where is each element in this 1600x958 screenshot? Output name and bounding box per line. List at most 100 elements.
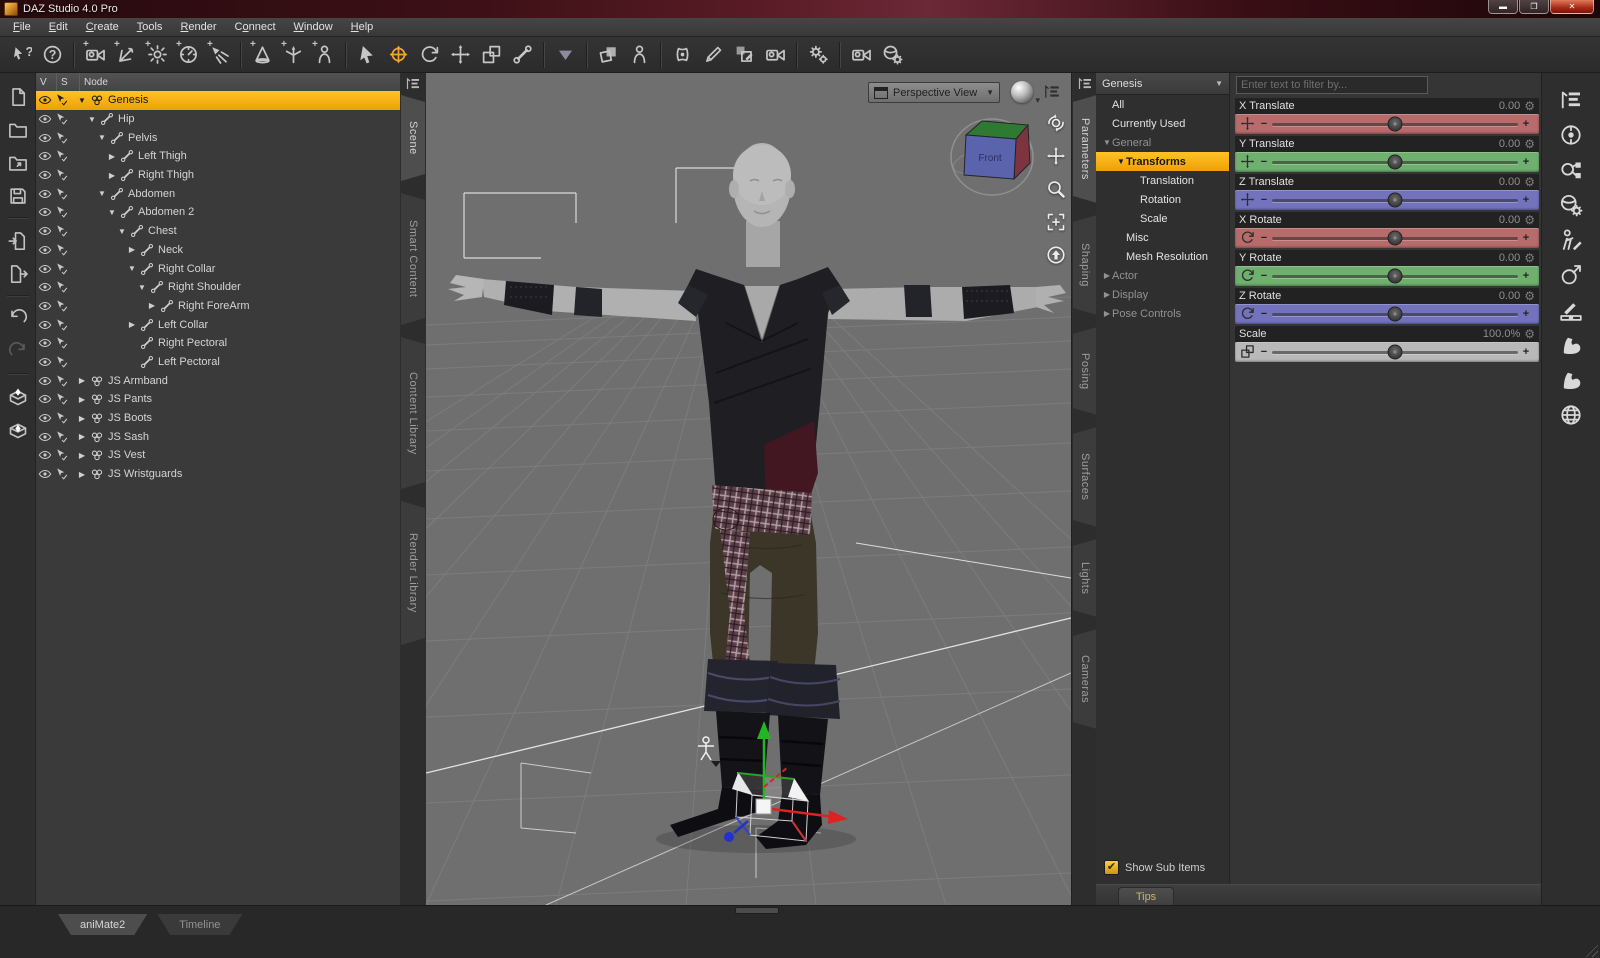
- new-primitive[interactable]: +: [247, 39, 278, 70]
- expand-arrow-icon[interactable]: ▼: [86, 115, 98, 124]
- tree-node-js-vest[interactable]: ▶ JS Vest: [36, 446, 400, 465]
- new-camera[interactable]: +: [80, 39, 111, 70]
- param-group-pose-controls[interactable]: ▶ Pose Controls: [1096, 304, 1229, 323]
- new-point-light[interactable]: +: [142, 39, 173, 70]
- visibility-eye-icon[interactable]: [36, 224, 53, 238]
- gear-icon[interactable]: ⚙: [1524, 175, 1535, 189]
- expand-arrow-icon[interactable]: ▼: [116, 227, 128, 236]
- param-value[interactable]: 100.0%: [1483, 328, 1520, 340]
- visibility-eye-icon[interactable]: [36, 280, 53, 294]
- environment-activity-icon[interactable]: [1554, 400, 1588, 430]
- expand-arrow-icon[interactable]: ▶: [76, 432, 88, 441]
- param-group-actor[interactable]: ▶ Actor: [1096, 266, 1229, 285]
- expand-arrow-icon[interactable]: ▶: [126, 320, 138, 329]
- visibility-eye-icon[interactable]: [36, 299, 53, 313]
- lights-activity-icon[interactable]: [1554, 260, 1588, 290]
- selectable-cursor-icon[interactable]: [53, 243, 70, 257]
- scene-settings[interactable]: [803, 40, 834, 70]
- param-value[interactable]: 0.00: [1499, 176, 1520, 188]
- geometry-editor-tool[interactable]: [729, 40, 760, 70]
- filter-input[interactable]: [1236, 76, 1428, 94]
- slider-thumb[interactable]: [1387, 306, 1403, 322]
- visibility-eye-icon[interactable]: [36, 187, 53, 201]
- reset-view-icon[interactable]: [1044, 243, 1068, 267]
- expand-arrow-icon[interactable]: ▼: [136, 283, 148, 292]
- param-value[interactable]: 0.00: [1499, 100, 1520, 112]
- powerpose-tool[interactable]: [667, 40, 698, 70]
- menu-connect[interactable]: Connect: [226, 19, 285, 35]
- muscle-activity-icon[interactable]: [1554, 365, 1588, 395]
- slider-thumb[interactable]: [1387, 116, 1403, 132]
- minimize-button[interactable]: ▬: [1488, 0, 1518, 14]
- restore-button[interactable]: ❐: [1519, 0, 1549, 14]
- visibility-eye-icon[interactable]: [36, 243, 53, 257]
- increment-button[interactable]: +: [1518, 194, 1534, 206]
- tree-node-left-collar[interactable]: ▶ Left Collar: [36, 315, 400, 334]
- selectable-cursor-icon[interactable]: [53, 205, 70, 219]
- selectable-cursor-icon[interactable]: [53, 112, 70, 126]
- slider-track[interactable]: [1272, 154, 1518, 170]
- tree-node-js-sash[interactable]: ▶ JS Sash: [36, 427, 400, 446]
- expand-arrow-icon[interactable]: ▶: [76, 414, 88, 423]
- window-resize-grip[interactable]: [1584, 943, 1598, 957]
- tree-node-right-collar[interactable]: ▼ Right Collar: [36, 259, 400, 278]
- param-group-misc[interactable]: Misc: [1096, 228, 1229, 247]
- pose-activity-icon[interactable]: [1554, 225, 1588, 255]
- param-group-currently-used[interactable]: Currently Used: [1096, 114, 1229, 133]
- visibility-eye-icon[interactable]: [36, 411, 53, 425]
- decrement-button[interactable]: −: [1256, 118, 1272, 130]
- slider-track[interactable]: [1272, 268, 1518, 284]
- rotate-tool[interactable]: [414, 40, 445, 70]
- shaping-activity-icon[interactable]: [1554, 330, 1588, 360]
- decrement-button[interactable]: −: [1256, 308, 1272, 320]
- selectable-cursor-icon[interactable]: [53, 131, 70, 145]
- expand-arrow-icon[interactable]: ▶: [76, 376, 88, 385]
- uninstall-content-button[interactable]: [4, 416, 32, 443]
- selectable-cursor-icon[interactable]: [53, 411, 70, 425]
- gear-icon[interactable]: ⚙: [1524, 213, 1535, 227]
- selectable-cursor-icon[interactable]: [53, 392, 70, 406]
- render[interactable]: [846, 40, 877, 70]
- open-file-button[interactable]: [4, 116, 32, 143]
- decrement-button[interactable]: −: [1256, 194, 1272, 206]
- expand-arrow-icon[interactable]: ▶: [126, 245, 138, 254]
- new-distant-light[interactable]: +: [111, 39, 142, 70]
- brush-tool[interactable]: [698, 40, 729, 70]
- tree-node-abdomen-2[interactable]: ▼ Abdomen 2: [36, 203, 400, 222]
- slider-track[interactable]: [1272, 230, 1518, 246]
- new-null[interactable]: +: [278, 39, 309, 70]
- selectable-cursor-icon[interactable]: [53, 280, 70, 294]
- help-cursor[interactable]: ?: [6, 40, 37, 70]
- expand-arrow-icon[interactable]: ▶: [76, 451, 88, 460]
- new-spotlight[interactable]: +: [204, 39, 235, 70]
- panel-menu-icon[interactable]: [1554, 85, 1588, 115]
- param-value[interactable]: 0.00: [1499, 252, 1520, 264]
- param-group-translation[interactable]: Translation: [1096, 171, 1229, 190]
- expand-arrow-icon[interactable]: ▶: [76, 470, 88, 479]
- gear-icon[interactable]: ⚙: [1524, 289, 1535, 303]
- scope-selector[interactable]: Genesis ▼: [1096, 73, 1229, 95]
- param-group-mesh-resolution[interactable]: Mesh Resolution: [1096, 247, 1229, 266]
- merge-file-button[interactable]: [4, 149, 32, 176]
- slider-thumb[interactable]: [1387, 344, 1403, 360]
- tree-node-chest[interactable]: ▼ Chest: [36, 222, 400, 241]
- tab-surfaces[interactable]: Surfaces: [1073, 427, 1097, 527]
- new-file-button[interactable]: [4, 83, 32, 110]
- param-value[interactable]: 0.00: [1499, 290, 1520, 302]
- visibility-eye-icon[interactable]: [36, 131, 53, 145]
- visibility-eye-icon[interactable]: [36, 149, 53, 163]
- render-settings[interactable]: [877, 40, 908, 70]
- menu-create[interactable]: Create: [77, 19, 128, 35]
- selectable-cursor-icon[interactable]: [53, 374, 70, 388]
- param-value[interactable]: 0.00: [1499, 214, 1520, 226]
- viewport[interactable]: Front Perspective View ▼: [426, 73, 1071, 905]
- surfaces-activity-icon[interactable]: [1554, 190, 1588, 220]
- expand-arrow-icon[interactable]: ▶: [146, 301, 158, 310]
- param-value[interactable]: 0.00: [1499, 138, 1520, 150]
- gear-icon[interactable]: ⚙: [1524, 137, 1535, 151]
- slider-thumb[interactable]: [1387, 268, 1403, 284]
- visibility-eye-icon[interactable]: [36, 467, 53, 481]
- gear-icon[interactable]: ⚙: [1524, 327, 1535, 341]
- tree-node-right-shoulder[interactable]: ▼ Right Shoulder: [36, 278, 400, 297]
- expand-arrow-icon[interactable]: ▼: [76, 96, 88, 105]
